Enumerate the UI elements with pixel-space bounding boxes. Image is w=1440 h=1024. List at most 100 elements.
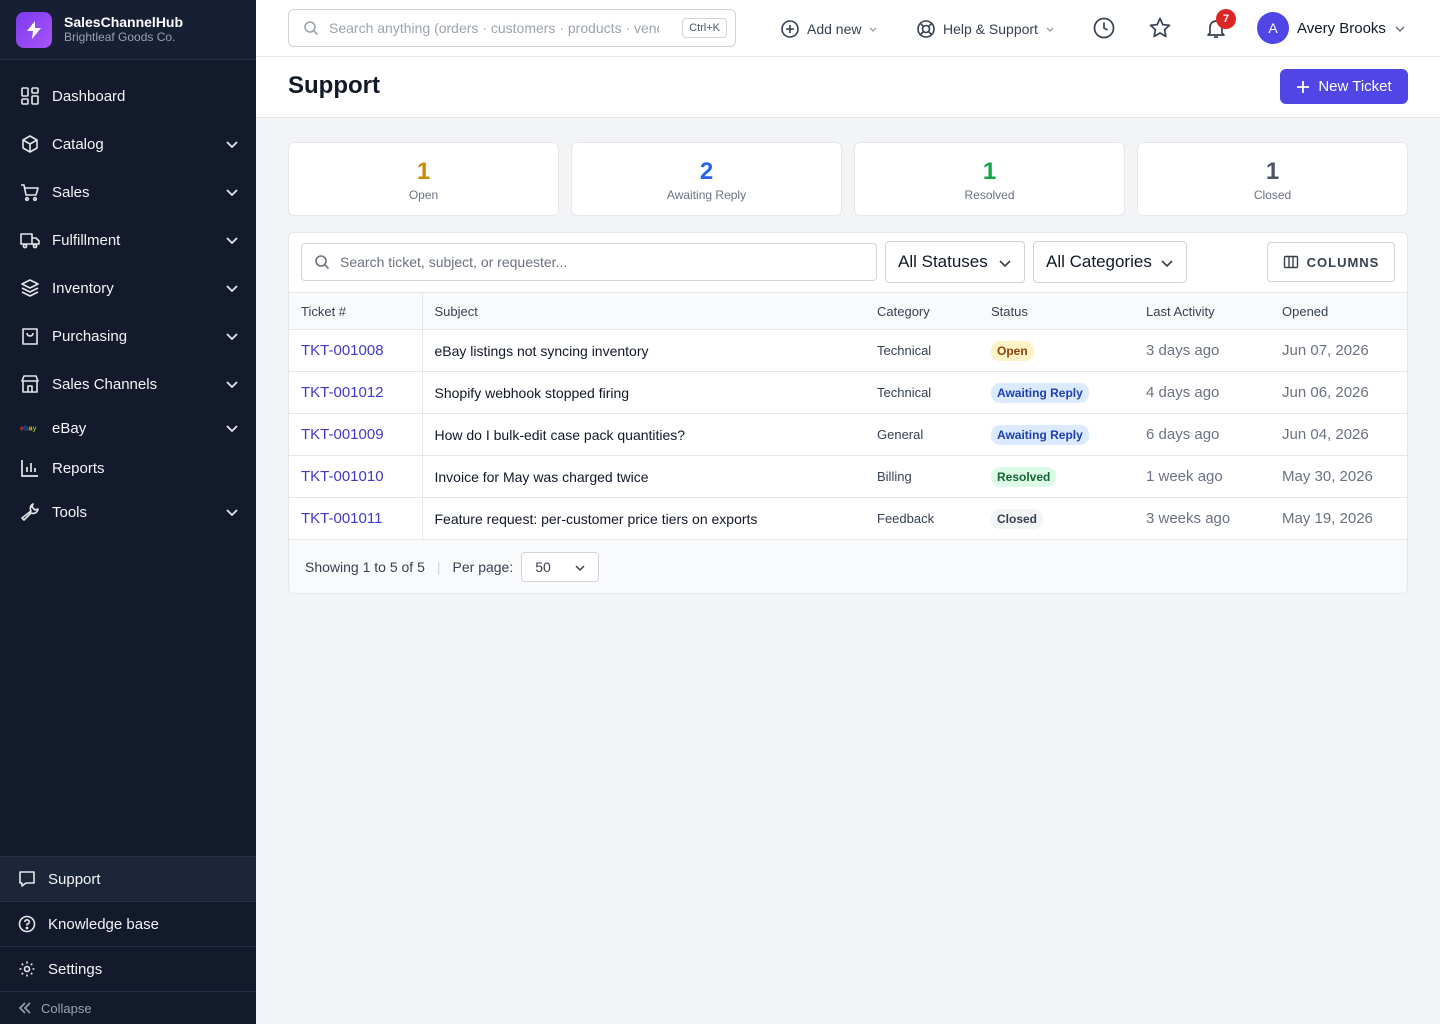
- sidebar-item-settings[interactable]: Settings: [0, 946, 256, 991]
- table-row[interactable]: TKT-001011 Feature request: per-customer…: [289, 497, 1407, 540]
- ticket-category: Technical: [865, 329, 979, 372]
- sidebar-item-reports[interactable]: Reports: [0, 448, 256, 488]
- stat-card-awaiting-reply[interactable]: 2 Awaiting Reply: [571, 142, 842, 216]
- sidebar-item-label: eBay: [52, 419, 87, 437]
- ticket-id-link[interactable]: TKT-001012: [289, 371, 423, 414]
- chevron-down-icon: [999, 260, 1011, 268]
- chevron-down-icon: [1395, 25, 1405, 32]
- notification-badge: 7: [1216, 9, 1236, 29]
- company-name: Brightleaf Goods Co.: [64, 30, 176, 44]
- column-header-status[interactable]: Status: [979, 292, 1134, 330]
- columns-button[interactable]: COLUMNS: [1267, 242, 1395, 282]
- sidebar-item-catalog[interactable]: Catalog: [0, 120, 256, 168]
- svg-text:ebay: ebay: [20, 424, 37, 433]
- ticket-id-link[interactable]: TKT-001010: [289, 455, 423, 498]
- sidebar-item-knowledge-base[interactable]: Knowledge base: [0, 901, 256, 946]
- chevron-down-icon: [226, 425, 238, 433]
- stat-card-open[interactable]: 1 Open: [288, 142, 559, 216]
- category-filter-select[interactable]: All Categories: [1033, 241, 1187, 283]
- ticket-subject[interactable]: How do I bulk-edit case pack quantities?: [422, 413, 865, 456]
- stat-value: 1: [982, 158, 997, 185]
- star-icon[interactable]: [1148, 16, 1172, 40]
- table-row[interactable]: TKT-001008 eBay listings not syncing inv…: [289, 329, 1407, 372]
- sidebar-item-dashboard[interactable]: Dashboard: [0, 72, 256, 120]
- category-filter-value: All Categories: [1046, 252, 1152, 271]
- sidebar-item-label: Tools: [52, 503, 88, 521]
- column-header-subject[interactable]: Subject: [422, 292, 865, 330]
- ticket-search-input[interactable]: [340, 254, 840, 270]
- table-row[interactable]: TKT-001009 How do I bulk-edit case pack …: [289, 413, 1407, 456]
- brand[interactable]: SalesChannelHub Brightleaf Goods Co.: [0, 0, 256, 60]
- search-shortcut: Ctrl+K: [682, 18, 727, 38]
- add-new-button[interactable]: Add new: [780, 0, 878, 57]
- global-search[interactable]: Ctrl+K: [288, 9, 736, 47]
- global-search-input[interactable]: [329, 20, 659, 36]
- divider: |: [436, 559, 441, 575]
- ticket-category: Billing: [865, 455, 979, 498]
- per-page-select[interactable]: 50: [521, 552, 600, 582]
- stat-card-resolved[interactable]: 1 Resolved: [854, 142, 1125, 216]
- sidebar-item-ebay[interactable]: ebay eBay: [0, 408, 256, 448]
- filter-toolbar: All Statuses All Categories COLUMNS: [289, 233, 1407, 292]
- sidebar-item-label: Knowledge base: [48, 915, 159, 933]
- collapse-label: Collapse: [41, 1000, 92, 1016]
- lifebuoy-icon: [917, 19, 935, 38]
- sidebar-bottom-nav: Support Knowledge base Settings Collapse: [0, 856, 256, 1024]
- sidebar-item-sales[interactable]: Sales: [0, 168, 256, 216]
- sidebar-item-inventory[interactable]: Inventory: [0, 264, 256, 312]
- chevron-down-icon: [869, 27, 877, 32]
- chevron-down-icon: [226, 141, 238, 149]
- table-row[interactable]: TKT-001012 Shopify webhook stopped firin…: [289, 371, 1407, 414]
- stat-card-closed[interactable]: 1 Closed: [1137, 142, 1408, 216]
- gear-icon: [17, 959, 37, 979]
- column-header-last-activity[interactable]: Last Activity: [1134, 292, 1270, 330]
- sidebar-item-support[interactable]: Support: [0, 856, 256, 901]
- search-icon: [315, 255, 330, 270]
- avatar[interactable]: A: [1257, 12, 1289, 44]
- sidebar-item-tools[interactable]: Tools: [0, 488, 256, 536]
- tickets-table: Ticket # Subject Category Status Last Ac…: [289, 292, 1407, 540]
- ticket-status-cell: Awaiting Reply: [979, 371, 1134, 414]
- ticket-subject[interactable]: Shopify webhook stopped firing: [422, 371, 865, 414]
- ticket-search[interactable]: [301, 243, 877, 281]
- layers-icon: [20, 278, 40, 298]
- ebay-logo-icon: ebay: [20, 418, 40, 438]
- stat-label: Closed: [1253, 188, 1292, 202]
- plus-icon: [1297, 80, 1310, 93]
- column-header-ticket[interactable]: Ticket #: [289, 292, 423, 330]
- double-chevron-left-icon: [18, 1002, 31, 1014]
- sidebar-item-sales-channels[interactable]: Sales Channels: [0, 360, 256, 408]
- help-support-button[interactable]: Help & Support: [916, 0, 1055, 57]
- ticket-subject[interactable]: Feature request: per-customer price tier…: [422, 497, 865, 540]
- per-page-label: Per page:: [452, 559, 514, 575]
- ticket-id-link[interactable]: TKT-001009: [289, 413, 423, 456]
- chevron-down-icon: [575, 565, 585, 572]
- ticket-opened: May 19, 2026: [1270, 497, 1407, 540]
- sidebar-item-purchasing[interactable]: Purchasing: [0, 312, 256, 360]
- column-header-opened[interactable]: Opened: [1270, 292, 1407, 330]
- user-name: Avery Brooks: [1297, 20, 1386, 37]
- clock-icon[interactable]: [1092, 16, 1116, 40]
- pagination-summary: Showing 1 to 5 of 5: [305, 559, 425, 575]
- collapse-sidebar-button[interactable]: Collapse: [0, 991, 256, 1024]
- sidebar-item-label: Settings: [48, 960, 103, 978]
- ticket-last-activity: 4 days ago: [1134, 371, 1270, 414]
- sidebar-item-fulfillment[interactable]: Fulfillment: [0, 216, 256, 264]
- ticket-id-link[interactable]: TKT-001011: [289, 497, 423, 540]
- ticket-opened: Jun 06, 2026: [1270, 371, 1407, 414]
- user-menu-button[interactable]: Avery Brooks: [1297, 0, 1406, 57]
- status-filter-value: All Statuses: [898, 252, 988, 271]
- ticket-subject[interactable]: eBay listings not syncing inventory: [422, 329, 865, 372]
- column-header-category[interactable]: Category: [865, 292, 979, 330]
- ticket-subject[interactable]: Invoice for May was charged twice: [422, 455, 865, 498]
- status-filter-select[interactable]: All Statuses: [885, 241, 1025, 283]
- new-ticket-button[interactable]: New Ticket: [1280, 69, 1408, 104]
- ticket-last-activity: 1 week ago: [1134, 455, 1270, 498]
- ticket-id-link[interactable]: TKT-001008: [289, 329, 423, 372]
- ticket-last-activity: 3 weeks ago: [1134, 497, 1270, 540]
- store-icon: [20, 374, 40, 394]
- status-badge: Closed: [991, 508, 1044, 529]
- status-badge: Open: [991, 340, 1034, 361]
- ticket-opened: Jun 07, 2026: [1270, 329, 1407, 372]
- table-row[interactable]: TKT-001010 Invoice for May was charged t…: [289, 455, 1407, 498]
